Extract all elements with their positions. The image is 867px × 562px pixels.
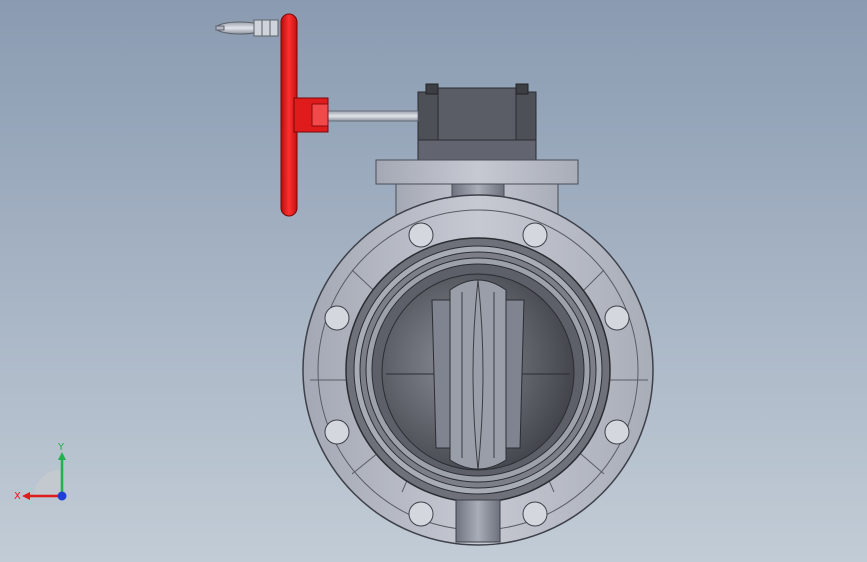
axis-triad[interactable]: Y X	[12, 440, 82, 510]
handwheel-knob[interactable]	[215, 19, 279, 37]
graphics-viewport[interactable]: Y X	[0, 0, 867, 562]
disc-hub	[431, 279, 525, 471]
y-axis-arrow-icon	[58, 452, 66, 460]
valve-model[interactable]	[0, 0, 867, 562]
x-axis-label: X	[14, 491, 21, 502]
y-axis-label: Y	[57, 442, 65, 453]
triad-plane	[34, 470, 60, 496]
gearbox[interactable]	[417, 83, 537, 161]
handwheel-shaft	[325, 110, 419, 122]
x-axis-arrow-icon	[22, 492, 30, 500]
handwheel[interactable]	[280, 13, 329, 217]
bottom-lug	[455, 499, 501, 543]
z-axis-dot-icon	[57, 491, 67, 501]
